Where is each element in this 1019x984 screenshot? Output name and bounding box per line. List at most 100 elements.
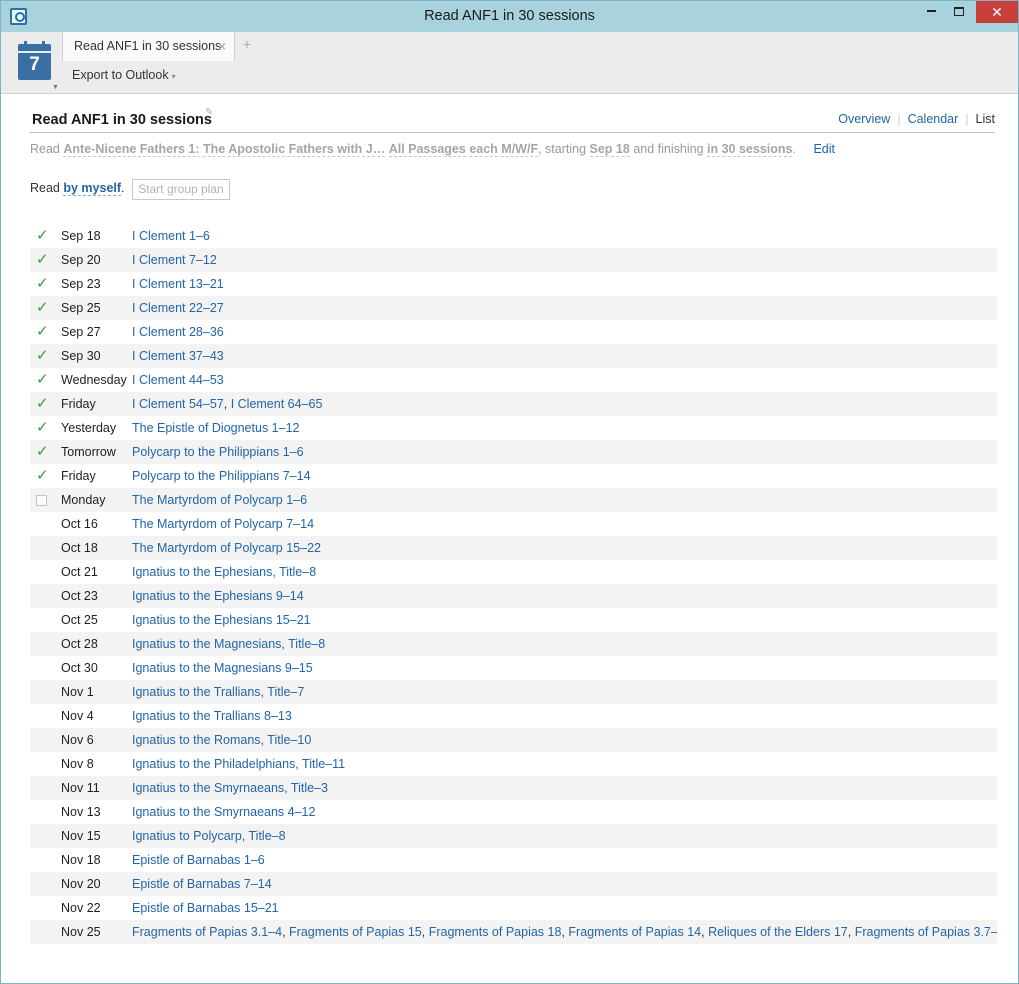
passage-link[interactable]: I Clement 28–36 (132, 325, 224, 339)
checkmark-icon[interactable]: ✓ (36, 296, 50, 320)
new-tab-icon[interactable]: + (243, 36, 251, 52)
passage-link[interactable]: I Clement 7–12 (132, 253, 217, 267)
passage-link[interactable]: I Clement 44–53 (132, 373, 224, 387)
passage-link[interactable]: I Clement 13–21 (132, 277, 224, 291)
session-passages: I Clement 54–57, I Clement 64–65 (132, 392, 322, 416)
session-date: Nov 11 (61, 781, 100, 795)
passage-link[interactable]: Epistle of Barnabas 1–6 (132, 853, 265, 867)
passage-link[interactable]: Ignatius to the Smyrnaeans 4–12 (132, 805, 315, 819)
passage-link[interactable]: Ignatius to the Philadelphians, Title–11 (132, 757, 345, 771)
session-date: Sep 18 (61, 229, 101, 243)
checkmark-icon[interactable]: ✓ (36, 392, 50, 416)
session-passages: Ignatius to the Ephesians 15–21 (132, 608, 311, 632)
passage-link[interactable]: Fragments of Papias 18 (429, 925, 562, 939)
summary-start-date: Sep 18 (589, 142, 630, 157)
passage-link[interactable]: Ignatius to the Magnesians, Title–8 (132, 637, 325, 651)
passage-link[interactable]: The Martyrdom of Polycarp 1–6 (132, 493, 307, 507)
passage-link[interactable]: I Clement 22–27 (132, 301, 224, 315)
checkmark-icon[interactable]: ✓ (36, 248, 50, 272)
checkmark-icon[interactable]: ✓ (36, 224, 50, 248)
calendar-rings (24, 41, 45, 47)
schedule-row: Monday The Martyrdom of Polycarp 1–6 (30, 488, 997, 512)
passage-separator: , (282, 925, 290, 939)
passage-link[interactable]: I Clement 37–43 (132, 349, 224, 363)
schedule-row: Nov 22 Epistle of Barnabas 15–21 (30, 896, 997, 920)
session-date: Nov 8 (61, 757, 94, 771)
passage-link[interactable]: Polycarp to the Philippians 1–6 (132, 445, 304, 459)
view-overview-link[interactable]: Overview (838, 112, 890, 126)
plan-content: Read ANF1 in 30 sessions ✎ Overview | Cale… (1, 95, 1018, 983)
schedule-row: ✓ Sep 23 I Clement 13–21 (30, 272, 997, 296)
passage-link[interactable]: Fragments of Papias 3.1–4 (132, 925, 282, 939)
passage-link[interactable]: Ignatius to the Trallians 8–13 (132, 709, 292, 723)
export-to-outlook-button[interactable]: Export to Outlook ▾ (72, 68, 176, 82)
passage-link[interactable]: Ignatius to Polycarp, Title–8 (132, 829, 286, 843)
session-date: Nov 13 (61, 805, 101, 819)
edit-title-pencil-icon[interactable]: ✎ (205, 107, 213, 118)
status-placeholder (36, 584, 50, 608)
checkmark-icon[interactable]: ✓ (36, 368, 50, 392)
view-calendar-link[interactable]: Calendar (908, 112, 959, 126)
passage-link[interactable]: Ignatius to the Magnesians 9–15 (132, 661, 313, 675)
session-date: Oct 28 (61, 637, 98, 651)
calendar-menu-caret-icon[interactable]: ▼ (52, 84, 59, 91)
session-passages: Ignatius to the Ephesians 9–14 (132, 584, 304, 608)
close-window-button[interactable]: ✕ (976, 1, 1018, 23)
session-date: Nov 6 (61, 733, 94, 747)
tab-close-icon[interactable]: × (218, 38, 226, 54)
passage-link[interactable]: Fragments of Papias 14 (568, 925, 701, 939)
schedule-row: Oct 23 Ignatius to the Ephesians 9–14 (30, 584, 997, 608)
passage-link[interactable]: Ignatius to the Smyrnaeans, Title–3 (132, 781, 328, 795)
passage-link[interactable]: The Martyrdom of Polycarp 15–22 (132, 541, 321, 555)
status-placeholder (36, 896, 50, 920)
checkmark-icon[interactable]: ✓ (36, 464, 50, 488)
passage-link[interactable]: Ignatius to the Ephesians 9–14 (132, 589, 304, 603)
checkmark-icon[interactable]: ✓ (36, 344, 50, 368)
passage-link[interactable]: Reliques of the Elders 17 (708, 925, 848, 939)
passage-link[interactable]: Ignatius to the Ephesians, Title–8 (132, 565, 316, 579)
schedule-row: Oct 30 Ignatius to the Magnesians 9–15 (30, 656, 997, 680)
session-date: Nov 20 (61, 877, 101, 891)
schedule-row: ✓ Sep 20 I Clement 7–12 (30, 248, 997, 272)
summary-finishing: and finishing (633, 142, 704, 156)
passage-link[interactable]: I Clement 54–57 (132, 397, 224, 411)
checkmark-icon[interactable]: ✓ (36, 320, 50, 344)
passage-link[interactable]: The Martyrdom of Polycarp 7–14 (132, 517, 314, 531)
status-placeholder (36, 656, 50, 680)
status-placeholder (36, 848, 50, 872)
tab-label: Read ANF1 in 30 sessions (74, 39, 222, 53)
checkmark-icon[interactable]: ✓ (36, 416, 50, 440)
passage-link[interactable]: The Epistle of Diognetus 1–12 (132, 421, 299, 435)
schedule-row: ✓ Wednesday I Clement 44–53 (30, 368, 997, 392)
passage-link[interactable]: Ignatius to the Ephesians 15–21 (132, 613, 311, 627)
start-group-plan-button[interactable]: Start group plan (132, 179, 230, 200)
read-by-selector[interactable]: by myself (63, 181, 122, 196)
export-label: Export to Outlook (72, 68, 169, 82)
edit-plan-link[interactable]: Edit (813, 142, 835, 156)
session-checkbox[interactable] (36, 488, 50, 512)
maximize-button[interactable] (942, 1, 976, 23)
passage-link[interactable]: Fragments of Papias 3.7–17 (855, 925, 997, 939)
read-by-line: Read by myself. (30, 181, 125, 196)
passage-link[interactable]: Polycarp to the Philippians 7–14 (132, 469, 311, 483)
session-passages: Ignatius to the Magnesians 9–15 (132, 656, 313, 680)
session-passages: Epistle of Barnabas 1–6 (132, 848, 265, 872)
checkmark-icon[interactable]: ✓ (36, 272, 50, 296)
session-date: Nov 22 (61, 901, 101, 915)
session-passages: Epistle of Barnabas 15–21 (132, 896, 279, 920)
checkmark-icon[interactable]: ✓ (36, 440, 50, 464)
tab-read-plan[interactable]: Read ANF1 in 30 sessions × (62, 32, 235, 61)
title-divider (30, 132, 995, 133)
schedule-row: Nov 1 Ignatius to the Trallians, Title–7 (30, 680, 997, 704)
summary-scope: All Passages (388, 142, 466, 157)
passage-link[interactable]: Ignatius to the Romans, Title–10 (132, 733, 311, 747)
passage-link[interactable]: Ignatius to the Trallians, Title–7 (132, 685, 304, 699)
passage-link[interactable]: Epistle of Barnabas 15–21 (132, 901, 279, 915)
passage-link[interactable]: Fragments of Papias 15 (289, 925, 422, 939)
passage-link[interactable]: I Clement 1–6 (132, 229, 210, 243)
session-passages: Ignatius to Polycarp, Title–8 (132, 824, 286, 848)
calendar-icon[interactable]: 7 (18, 41, 51, 80)
session-date: Oct 23 (61, 589, 98, 603)
passage-link[interactable]: I Clement 64–65 (231, 397, 323, 411)
passage-link[interactable]: Epistle of Barnabas 7–14 (132, 877, 272, 891)
